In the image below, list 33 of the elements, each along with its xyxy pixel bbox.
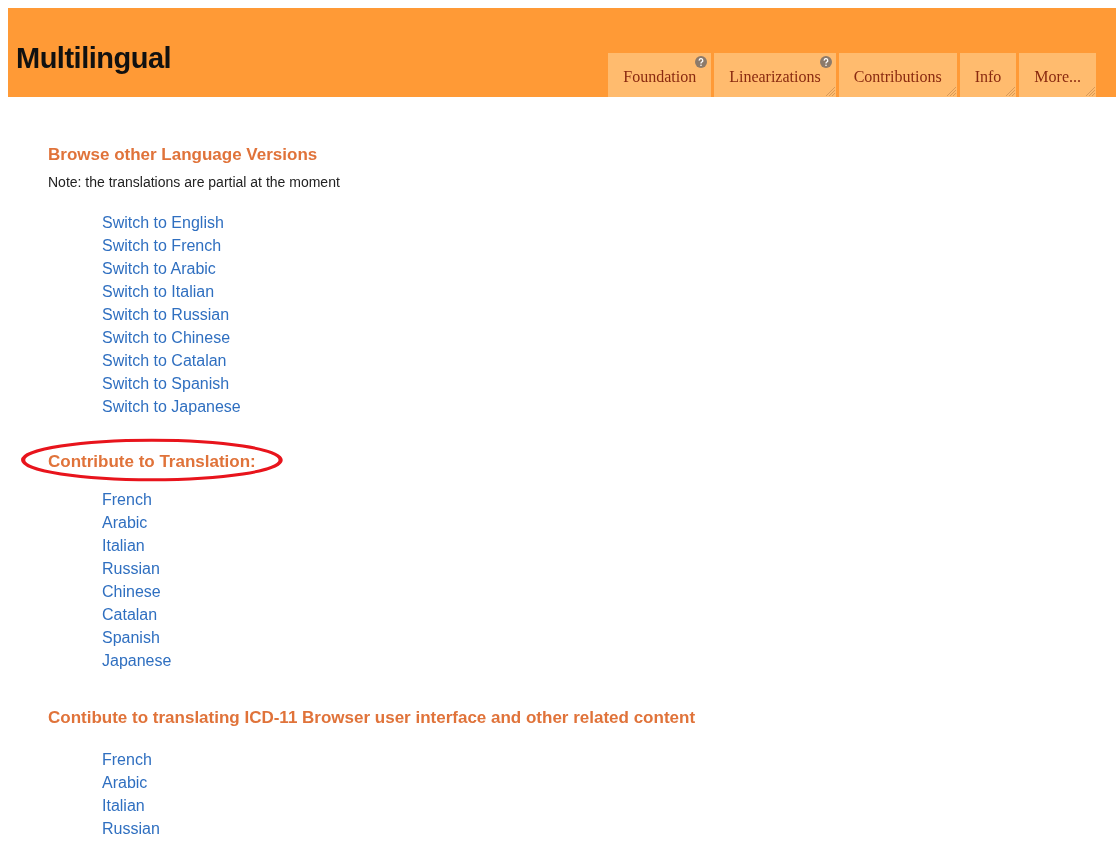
- note-text: Note: the translations are partial at the moment: [48, 173, 341, 192]
- language-link[interactable]: Arabic: [102, 511, 148, 534]
- language-link[interactable]: Switch to English: [102, 211, 224, 234]
- page-title: Multilingual: [16, 44, 172, 73]
- nav-tab[interactable]: More...: [1019, 53, 1096, 97]
- nav-tab[interactable]: Info: [959, 53, 1017, 97]
- language-link[interactable]: Arabic: [102, 771, 148, 794]
- language-link[interactable]: Spanish: [102, 626, 160, 649]
- help-icon[interactable]: [819, 56, 832, 68]
- language-link[interactable]: Switch to Japanese: [102, 395, 241, 418]
- language-link[interactable]: Switch to Russian: [102, 303, 230, 326]
- language-link[interactable]: Switch to Spanish: [102, 372, 230, 395]
- language-link[interactable]: Switch to Chinese: [102, 326, 231, 349]
- language-link[interactable]: Catalan: [102, 603, 158, 626]
- language-link[interactable]: French: [102, 488, 152, 511]
- language-link[interactable]: Chinese: [102, 580, 161, 603]
- language-link[interactable]: Italian: [102, 794, 145, 817]
- help-icon[interactable]: [695, 56, 708, 68]
- language-link[interactable]: French: [102, 748, 152, 771]
- language-link[interactable]: Switch to Catalan: [102, 349, 227, 372]
- language-link[interactable]: Russian: [102, 817, 160, 840]
- section-heading: Browse other Language Versions: [48, 145, 318, 166]
- nav-tab[interactable]: Linearizations: [714, 53, 836, 97]
- language-link[interactable]: Switch to French: [102, 234, 222, 257]
- language-link[interactable]: Switch to Italian: [102, 280, 215, 303]
- nav-tab[interactable]: Foundation: [608, 53, 712, 97]
- language-link[interactable]: Japanese: [102, 649, 172, 672]
- language-link[interactable]: Switch to Arabic: [102, 257, 216, 280]
- nav-tab[interactable]: Contributions: [838, 53, 957, 97]
- section-heading: Contribute to Translation:: [48, 452, 256, 473]
- language-link[interactable]: Russian: [102, 557, 160, 580]
- language-link[interactable]: Italian: [102, 534, 145, 557]
- section-heading: Contibute to translating ICD-11 Browser user interface and other related content: [48, 708, 696, 729]
